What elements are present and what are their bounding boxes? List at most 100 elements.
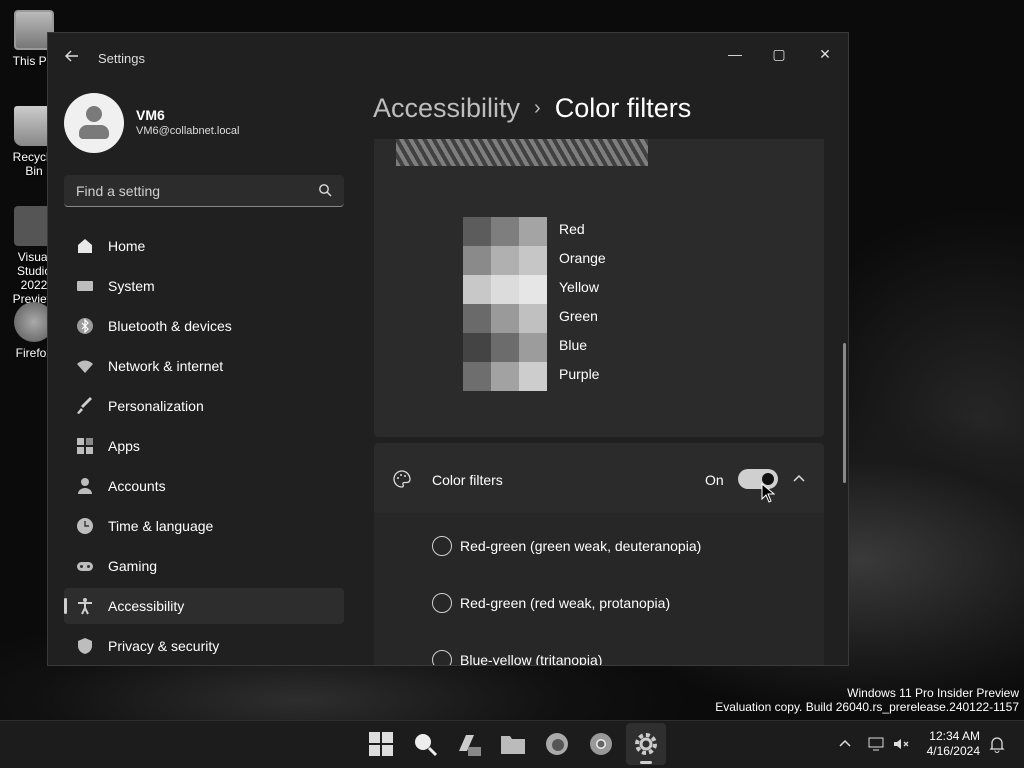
- sidebar-item-accounts[interactable]: Accounts: [64, 468, 344, 504]
- palette-icon: [393, 470, 411, 488]
- notification-bell-icon[interactable]: [988, 735, 1006, 753]
- watermark-line-1: Windows 11 Pro Insider Preview: [847, 686, 1019, 700]
- sidebar-item-network[interactable]: Network & internet: [64, 348, 344, 384]
- chevron-up-icon[interactable]: [792, 471, 806, 485]
- sidebar-item-label: Home: [108, 238, 146, 254]
- sidebar-item-label: Accounts: [108, 478, 166, 494]
- swatch-row: [463, 333, 547, 362]
- color-label: Red: [559, 221, 585, 237]
- window-title: Settings: [98, 51, 145, 66]
- color-swatch: [491, 304, 519, 333]
- clock-globe-icon: [77, 518, 93, 534]
- sidebar-item-accessibility[interactable]: Accessibility: [64, 588, 344, 624]
- mouse-cursor-icon: [761, 483, 775, 503]
- accessibility-icon: [78, 598, 92, 615]
- color-swatch: [463, 333, 491, 362]
- radio-button[interactable]: [432, 650, 452, 665]
- system-clock[interactable]: 12:34 AM 4/16/2024: [918, 729, 980, 759]
- breadcrumb-parent[interactable]: Accessibility: [373, 93, 520, 123]
- color-swatch: [519, 246, 547, 275]
- avatar[interactable]: [64, 93, 124, 153]
- volume-muted-icon[interactable]: [892, 735, 910, 753]
- home-icon: [78, 239, 92, 253]
- system-icon: [77, 281, 93, 291]
- file-explorer-icon[interactable]: [500, 731, 526, 757]
- breadcrumb-separator: ›: [534, 97, 541, 119]
- radio-button[interactable]: [432, 593, 452, 613]
- swatch-row: [463, 275, 547, 304]
- back-arrow-icon: [65, 50, 78, 62]
- chevron-up-icon[interactable]: [836, 735, 854, 753]
- swatch-row: [463, 217, 547, 246]
- taskbar: 12:34 AM 4/16/2024: [0, 720, 1024, 768]
- color-label: Orange: [559, 250, 606, 266]
- sidebar-item-label: Personalization: [108, 398, 204, 414]
- bluetooth-icon: [77, 318, 93, 334]
- sidebar-item-label: Bluetooth & devices: [108, 318, 232, 334]
- option-label: Blue-yellow (tritanopia): [460, 652, 603, 665]
- sidebar-item-home[interactable]: Home: [64, 228, 344, 264]
- sidebar-item-label: Privacy & security: [108, 638, 220, 654]
- firefox-icon[interactable]: [544, 731, 570, 757]
- sidebar-item-gaming[interactable]: Gaming: [64, 548, 344, 584]
- sidebar: VM6 VM6@collabnet.local Find a setting H…: [48, 83, 358, 665]
- swatch-row: [463, 246, 547, 275]
- accounts-icon: [78, 478, 92, 494]
- color-swatch: [491, 217, 519, 246]
- sidebar-item-label: Time & language: [108, 518, 214, 534]
- chrome-icon[interactable]: [588, 731, 614, 757]
- color-swatch: [491, 333, 519, 362]
- color-swatch: [491, 362, 519, 391]
- color-swatch: [463, 304, 491, 333]
- sidebar-item-label: System: [108, 278, 155, 294]
- shield-icon: [78, 638, 92, 654]
- color-filter-options: Red-green (green weak, deuteranopia) Red…: [374, 513, 824, 665]
- back-button[interactable]: [64, 48, 82, 66]
- color-swatch: [463, 217, 491, 246]
- search-input[interactable]: Find a setting: [64, 175, 344, 207]
- scrollbar[interactable]: [843, 343, 846, 483]
- clock-time: 12:34 AM: [929, 729, 980, 743]
- color-swatch: [519, 362, 547, 391]
- color-swatch: [519, 275, 547, 304]
- color-label: Purple: [559, 366, 600, 382]
- search-placeholder: Find a setting: [76, 183, 161, 199]
- start-icon[interactable]: [368, 731, 394, 757]
- search-icon[interactable]: [412, 731, 438, 757]
- sidebar-item-label: Accessibility: [108, 598, 185, 614]
- maximize-button[interactable]: ▢: [756, 39, 802, 69]
- radio-button[interactable]: [432, 536, 452, 556]
- color-label-list: Red Orange Yellow Green Blue Purple: [559, 217, 606, 391]
- toggle-state-label: On: [705, 472, 724, 488]
- sidebar-item-system[interactable]: System: [64, 268, 344, 304]
- color-swatch: [463, 362, 491, 391]
- swatch-row: [463, 362, 547, 391]
- preview-image: [396, 139, 648, 166]
- color-filters-setting[interactable]: Color filters On: [374, 443, 824, 513]
- sidebar-item-personalization[interactable]: Personalization: [64, 388, 344, 424]
- settings-icon[interactable]: [633, 731, 659, 757]
- sidebar-item-apps[interactable]: Apps: [64, 428, 344, 464]
- vs-preview-icon[interactable]: [456, 731, 482, 757]
- user-email: VM6@collabnet.local: [136, 125, 240, 137]
- scroll-content: Red Orange Yellow Green Blue Purple Color fil…: [374, 139, 824, 665]
- windows-watermark: Windows 11 Pro Insider Preview Evaluatio…: [715, 686, 1019, 714]
- option-label: Red-green (green weak, deuteranopia): [460, 538, 702, 554]
- sidebar-item-privacy-security[interactable]: Privacy & security: [64, 628, 344, 664]
- brush-icon: [77, 397, 92, 414]
- close-button[interactable]: ✕: [802, 39, 848, 69]
- sidebar-item-label: Apps: [108, 438, 140, 454]
- sidebar-item-bluetooth[interactable]: Bluetooth & devices: [64, 308, 344, 344]
- minimize-button[interactable]: —: [712, 39, 758, 69]
- color-filter-preview: Red Orange Yellow Green Blue Purple: [374, 139, 824, 437]
- settings-window: Settings — ▢ ✕ VM6 VM6@collabnet.local F…: [47, 32, 849, 666]
- sidebar-item-label: Network & internet: [108, 358, 224, 374]
- network-icon: [77, 360, 93, 373]
- sidebar-nav: Home System Bluetooth & devices Network …: [64, 228, 344, 665]
- search-icon: [319, 184, 332, 197]
- sidebar-item-time-language[interactable]: Time & language: [64, 508, 344, 544]
- gamepad-icon: [77, 562, 93, 571]
- network-status-icon[interactable]: [867, 735, 885, 753]
- swatch-row: [463, 304, 547, 333]
- color-filters-label: Color filters: [432, 472, 503, 488]
